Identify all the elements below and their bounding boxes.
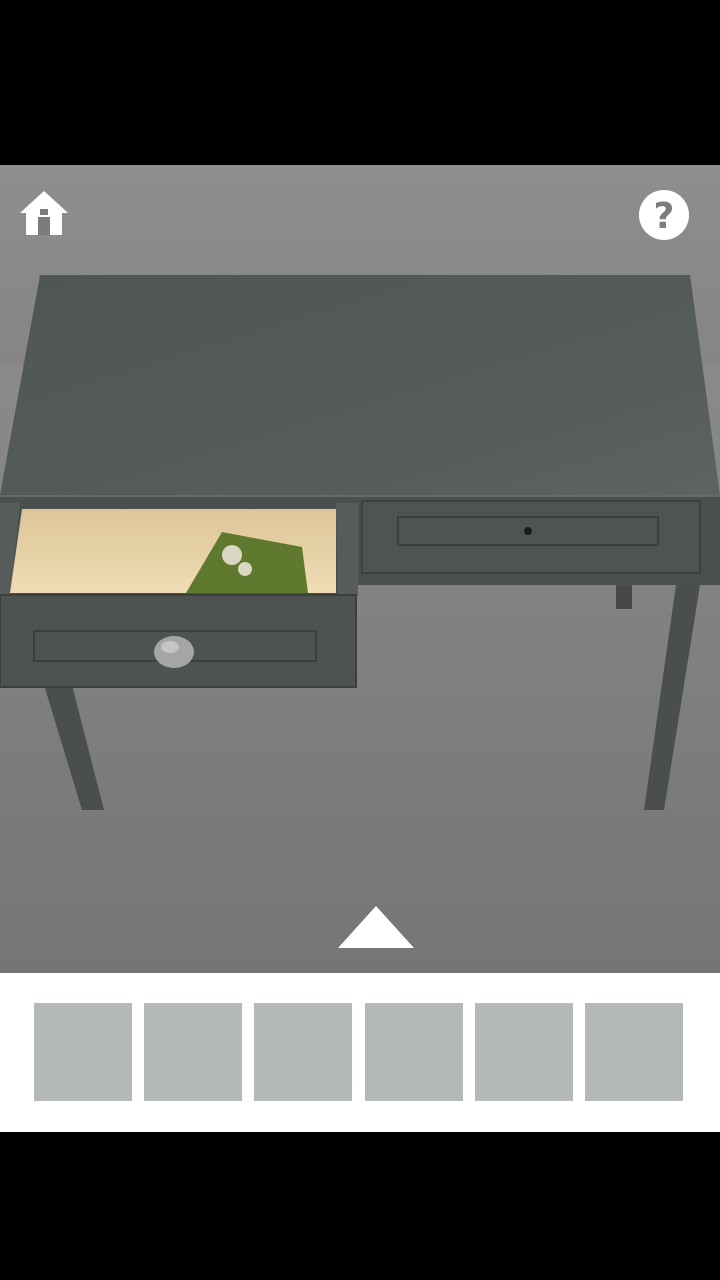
game-scene: ?: [0, 165, 720, 973]
inventory-bar: [0, 973, 720, 1132]
inventory-slot-4[interactable]: [365, 1003, 463, 1101]
up-triangle-icon: [338, 906, 414, 948]
home-button[interactable]: [16, 187, 72, 239]
inventory-slot-2[interactable]: [144, 1003, 242, 1101]
inventory-slot-3[interactable]: [254, 1003, 352, 1101]
navigate-up-button[interactable]: [330, 900, 422, 952]
home-icon: [20, 191, 68, 235]
inventory-slot-5[interactable]: [475, 1003, 573, 1101]
letterbox-top: [0, 0, 720, 165]
question-mark-icon: ?: [639, 190, 689, 240]
desk-back-leg: [616, 583, 632, 609]
letterbox-bottom: [0, 1132, 720, 1280]
inventory-slot-1[interactable]: [34, 1003, 132, 1101]
room-illustration: [0, 165, 720, 973]
closed-drawer[interactable]: [361, 500, 701, 574]
help-button[interactable]: ?: [636, 187, 692, 243]
svg-text:?: ?: [654, 196, 675, 237]
keyhole-icon[interactable]: [524, 527, 532, 535]
inventory-slot-6[interactable]: [585, 1003, 683, 1101]
open-drawer[interactable]: [0, 503, 358, 688]
desk-top: [0, 275, 720, 495]
